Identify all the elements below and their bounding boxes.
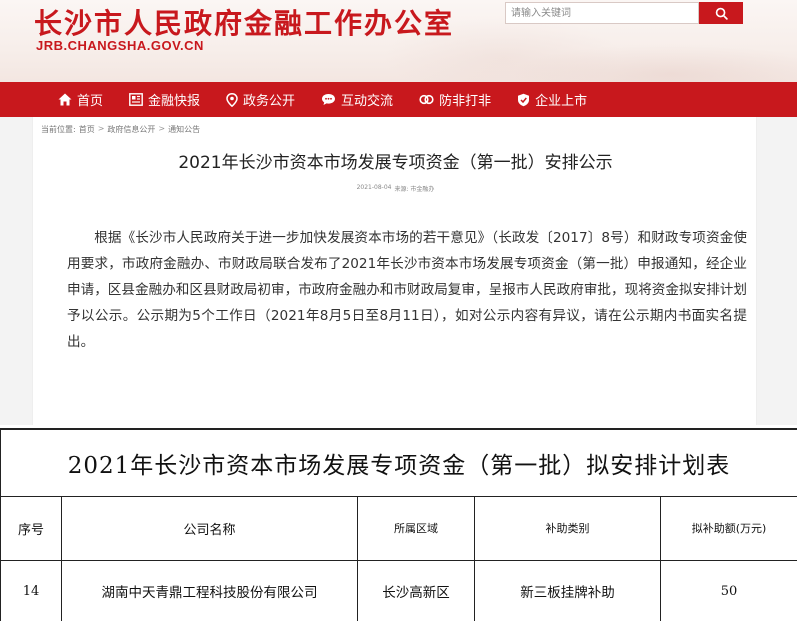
column-header: 所属区域 <box>357 495 475 561</box>
breadcrumb: 当前位置: 首页 > 政府信息公开 > 通知公告 <box>41 124 200 135</box>
article-date: 2021-08-04 <box>356 184 392 191</box>
link-icon <box>419 94 434 105</box>
article-card: 当前位置: 首页 > 政府信息公开 > 通知公告 2021年长沙市资本市场发展专… <box>32 117 757 425</box>
nav-item-label: 防非打非 <box>439 94 492 109</box>
search-icon <box>715 7 728 20</box>
location-icon <box>226 92 238 107</box>
site-title[interactable]: 长沙市人民政府金融工作办公室 <box>34 2 454 42</box>
table-cell-amount: 50 <box>659 559 797 621</box>
nav-item-label: 互动交流 <box>341 94 394 109</box>
nav-item-ipo[interactable]: 企业上市 <box>517 82 587 117</box>
breadcrumb-link-notices[interactable]: 通知公告 <box>168 124 200 135</box>
breadcrumb-link-home[interactable]: 首页 <box>79 124 95 135</box>
plan-table-section: 2021年长沙市资本市场发展专项资金（第一批）拟安排计划表 序号 公司名称 所属… <box>0 428 797 621</box>
table-cell-region: 长沙高新区 <box>357 559 475 621</box>
nav-item-label: 首页 <box>77 94 104 109</box>
column-header: 序号 <box>0 495 62 561</box>
shield-icon <box>518 93 530 106</box>
nav-item-anti-fraud[interactable]: 防非打非 <box>419 82 491 117</box>
news-icon <box>129 93 143 106</box>
breadcrumb-link-gov-info[interactable]: 政府信息公开 <box>107 124 155 135</box>
site-url: JRB.CHANGSHA.GOV.CN <box>36 38 204 53</box>
table-cell-company: 湖南中天青鼎工程科技股份有限公司 <box>61 559 358 621</box>
search-input[interactable] <box>505 2 699 24</box>
article-meta: 2021-08-04 来源: 市金融办 <box>33 184 758 193</box>
breadcrumb-separator: > <box>97 124 105 133</box>
column-header: 补助类别 <box>474 495 661 561</box>
table-cell-category: 新三板挂牌补助 <box>474 559 661 621</box>
plan-table: 2021年长沙市资本市场发展专项资金（第一批）拟安排计划表 序号 公司名称 所属… <box>0 428 797 621</box>
breadcrumb-separator: > <box>158 124 166 133</box>
table-title-row: 2021年长沙市资本市场发展专项资金（第一批）拟安排计划表 <box>0 428 797 497</box>
table-title: 2021年长沙市资本市场发展专项资金（第一批）拟安排计划表 <box>0 428 797 497</box>
search-button[interactable] <box>699 2 743 24</box>
column-header: 拟补助额(万元) <box>659 495 797 561</box>
table-cell-index: 14 <box>0 559 62 621</box>
column-header: 公司名称 <box>61 495 358 561</box>
site-header: 长沙市人民政府金融工作办公室 JRB.CHANGSHA.GOV.CN <box>0 0 797 82</box>
nav-item-interaction[interactable]: 互动交流 <box>321 82 393 117</box>
main-nav: 首页 金融快报 政务公开 互动交流 防非打非 企业上市 <box>0 82 797 117</box>
home-icon <box>58 93 72 106</box>
article-source: 来源: 市金融办 <box>394 186 435 193</box>
nav-item-label: 企业上市 <box>535 94 588 109</box>
left-margin <box>0 117 32 425</box>
article-body: 根据《长沙市人民政府关于进一步加快发展资本市场的若干意见》（长政发〔2017〕8… <box>67 230 747 350</box>
chat-icon <box>322 94 336 105</box>
nav-item-label: 政务公开 <box>243 94 296 109</box>
breadcrumb-prefix: 当前位置: <box>41 125 76 134</box>
table-row: 14 湖南中天青鼎工程科技股份有限公司 长沙高新区 新三板挂牌补助 50 <box>0 559 797 621</box>
table-header-row: 序号 公司名称 所属区域 补助类别 拟补助额(万元) <box>0 495 797 561</box>
nav-item-finance-news[interactable]: 金融快报 <box>129 82 200 117</box>
nav-item-home[interactable]: 首页 <box>58 82 103 117</box>
article-title: 2021年长沙市资本市场发展专项资金（第一批）安排公示 <box>178 153 613 173</box>
search-box <box>505 2 743 24</box>
nav-item-gov-affairs[interactable]: 政务公开 <box>226 82 295 117</box>
nav-item-label: 金融快报 <box>148 94 201 109</box>
right-margin <box>757 117 797 425</box>
